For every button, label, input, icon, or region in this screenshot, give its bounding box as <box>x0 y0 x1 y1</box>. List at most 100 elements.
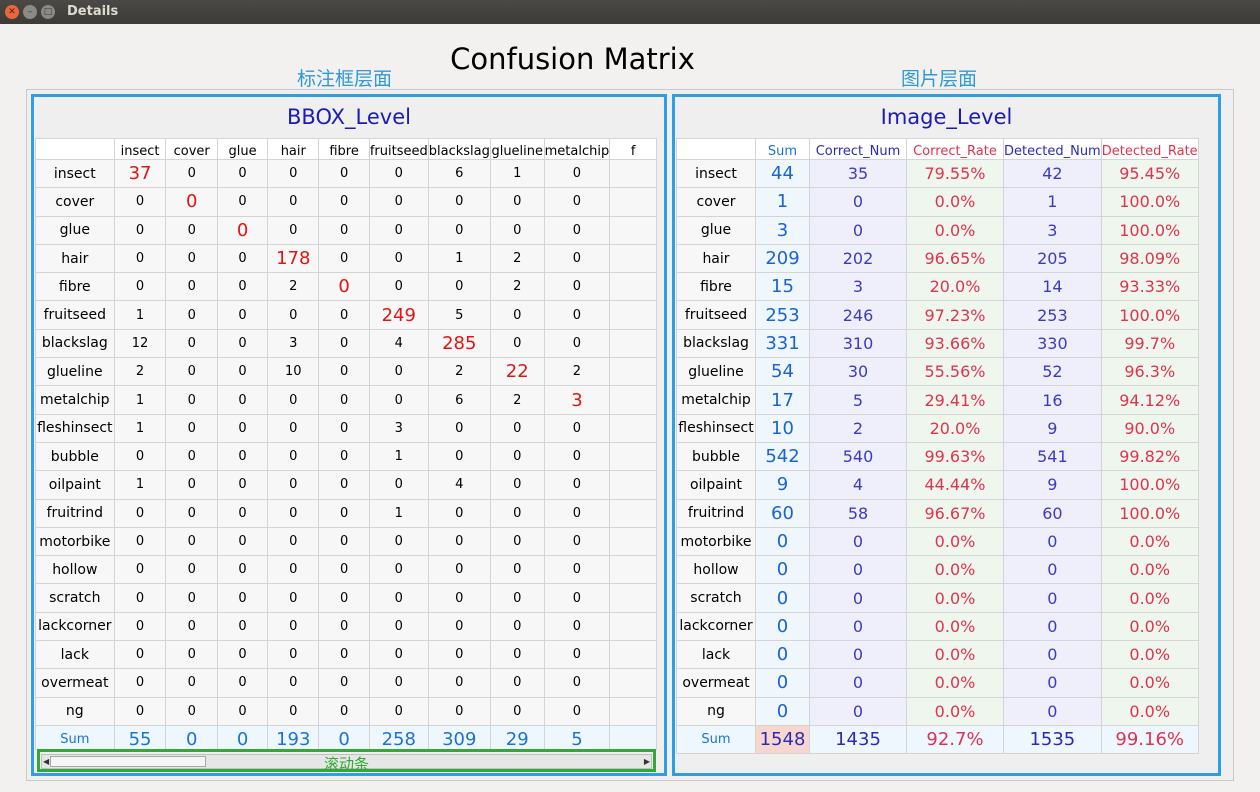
metric-cell[interactable]: 95.45% <box>1100 158 1199 189</box>
matrix-cell[interactable]: 0 <box>543 328 611 359</box>
horizontal-scrollbar[interactable]: ◀ ▶ 滚动条 <box>37 749 656 773</box>
metric-cell[interactable]: 100.0% <box>1100 300 1199 330</box>
metric-cell[interactable]: 0.0% <box>1100 696 1199 726</box>
matrix-cell[interactable]: 0 <box>318 640 370 670</box>
metric-cell[interactable]: 99.82% <box>1100 441 1199 472</box>
metric-cell[interactable]: 0.0% <box>906 555 1004 585</box>
matrix-cell[interactable]: 0 <box>489 187 545 217</box>
matrix-cell[interactable]: 6 <box>427 385 491 415</box>
matrix-cell[interactable]: 0 <box>165 385 218 415</box>
metric-cell[interactable]: 58 <box>809 498 907 528</box>
row-header[interactable]: glue <box>35 215 115 245</box>
matrix-cell[interactable]: 1 <box>368 441 429 472</box>
matrix-cell[interactable]: 1 <box>113 385 167 415</box>
sum-cell[interactable]: 0 <box>216 724 269 750</box>
diagonal-cell[interactable]: 249 <box>368 300 429 330</box>
matrix-cell[interactable]: 0 <box>267 441 320 472</box>
matrix-cell[interactable]: 0 <box>318 498 370 528</box>
metric-cell[interactable]: 20.0% <box>906 413 1004 443</box>
matrix-cell[interactable] <box>609 583 657 613</box>
row-header[interactable]: cover <box>676 187 756 217</box>
matrix-cell[interactable]: 0 <box>165 158 218 189</box>
metric-cell[interactable]: 331 <box>755 328 810 359</box>
matrix-cell[interactable]: 0 <box>318 696 370 726</box>
matrix-cell[interactable]: 1 <box>113 470 167 500</box>
matrix-cell[interactable]: 0 <box>427 526 491 557</box>
matrix-cell[interactable] <box>609 696 657 726</box>
matrix-cell[interactable]: 1 <box>427 243 491 274</box>
matrix-cell[interactable]: 0 <box>318 583 370 613</box>
matrix-cell[interactable]: 0 <box>216 526 269 557</box>
scrollbar-thumb[interactable] <box>50 756 206 767</box>
column-header[interactable]: blackslag <box>427 138 491 160</box>
sum-cell[interactable]: 193 <box>267 724 320 750</box>
matrix-cell[interactable]: 0 <box>216 328 269 359</box>
metric-cell[interactable]: 96.3% <box>1100 357 1199 387</box>
sum-cell[interactable]: 55 <box>113 724 167 750</box>
diagonal-cell[interactable]: 0 <box>216 215 269 245</box>
metric-cell[interactable]: 3 <box>755 215 810 245</box>
diagonal-cell[interactable]: 285 <box>427 328 491 359</box>
row-header[interactable]: oilpaint <box>676 470 756 500</box>
matrix-cell[interactable]: 0 <box>165 441 218 472</box>
row-header[interactable]: insect <box>676 158 756 189</box>
matrix-cell[interactable]: 0 <box>543 611 611 642</box>
metric-cell[interactable]: 205 <box>1003 243 1102 274</box>
matrix-cell[interactable]: 0 <box>113 215 167 245</box>
matrix-cell[interactable]: 0 <box>368 696 429 726</box>
matrix-cell[interactable]: 0 <box>368 158 429 189</box>
diagonal-cell[interactable]: 37 <box>113 158 167 189</box>
row-header[interactable]: bubble <box>676 441 756 472</box>
matrix-cell[interactable]: 0 <box>368 385 429 415</box>
matrix-cell[interactable]: 0 <box>216 555 269 585</box>
column-header[interactable]: Sum <box>755 138 810 160</box>
matrix-cell[interactable]: 2 <box>543 357 611 387</box>
matrix-cell[interactable]: 6 <box>427 158 491 189</box>
matrix-cell[interactable]: 0 <box>489 668 545 698</box>
row-header[interactable]: cover <box>35 187 115 217</box>
matrix-cell[interactable]: 0 <box>489 300 545 330</box>
matrix-cell[interactable] <box>609 215 657 245</box>
sum-cell[interactable]: 29 <box>489 724 545 750</box>
matrix-cell[interactable] <box>609 668 657 698</box>
matrix-cell[interactable]: 0 <box>267 640 320 670</box>
matrix-cell[interactable]: 0 <box>216 158 269 189</box>
row-header[interactable]: fibre <box>35 272 115 302</box>
row-header[interactable]: hair <box>35 243 115 274</box>
matrix-cell[interactable]: 0 <box>318 526 370 557</box>
matrix-cell[interactable] <box>609 526 657 557</box>
row-header[interactable]: oilpaint <box>35 470 115 500</box>
matrix-cell[interactable] <box>609 555 657 585</box>
matrix-cell[interactable] <box>609 300 657 330</box>
column-header[interactable]: Detected_Num <box>1003 138 1102 160</box>
matrix-cell[interactable]: 0 <box>489 696 545 726</box>
metric-cell[interactable]: 0.0% <box>1100 611 1199 642</box>
metric-cell[interactable]: 3 <box>1003 215 1102 245</box>
matrix-cell[interactable]: 0 <box>216 300 269 330</box>
matrix-cell[interactable]: 0 <box>216 385 269 415</box>
metric-cell[interactable]: 0 <box>809 611 907 642</box>
matrix-cell[interactable]: 0 <box>318 611 370 642</box>
matrix-cell[interactable]: 0 <box>267 385 320 415</box>
diagonal-cell[interactable]: 0 <box>318 272 370 302</box>
metric-cell[interactable]: 96.67% <box>906 498 1004 528</box>
image-table-viewport[interactable]: Sum Correct_Num Correct_Rate Detected_Num De… <box>676 138 1210 758</box>
matrix-cell[interactable]: 0 <box>113 441 167 472</box>
matrix-cell[interactable]: 0 <box>165 272 218 302</box>
matrix-cell[interactable]: 0 <box>489 215 545 245</box>
metric-cell[interactable]: 93.66% <box>906 328 1004 359</box>
matrix-cell[interactable]: 0 <box>113 187 167 217</box>
matrix-cell[interactable]: 0 <box>216 668 269 698</box>
metric-cell[interactable]: 14 <box>1003 272 1102 302</box>
matrix-cell[interactable]: 0 <box>267 583 320 613</box>
matrix-cell[interactable]: 0 <box>318 470 370 500</box>
matrix-cell[interactable] <box>609 158 657 189</box>
metric-cell[interactable]: 20.0% <box>906 272 1004 302</box>
metric-cell[interactable]: 60 <box>755 498 810 528</box>
matrix-cell[interactable]: 0 <box>489 498 545 528</box>
diagonal-cell[interactable] <box>609 413 657 443</box>
metric-cell[interactable]: 0.0% <box>906 611 1004 642</box>
row-header[interactable]: ng <box>35 696 115 726</box>
metric-cell[interactable]: 1 <box>1003 187 1102 217</box>
row-header[interactable]: motorbike <box>676 526 756 557</box>
